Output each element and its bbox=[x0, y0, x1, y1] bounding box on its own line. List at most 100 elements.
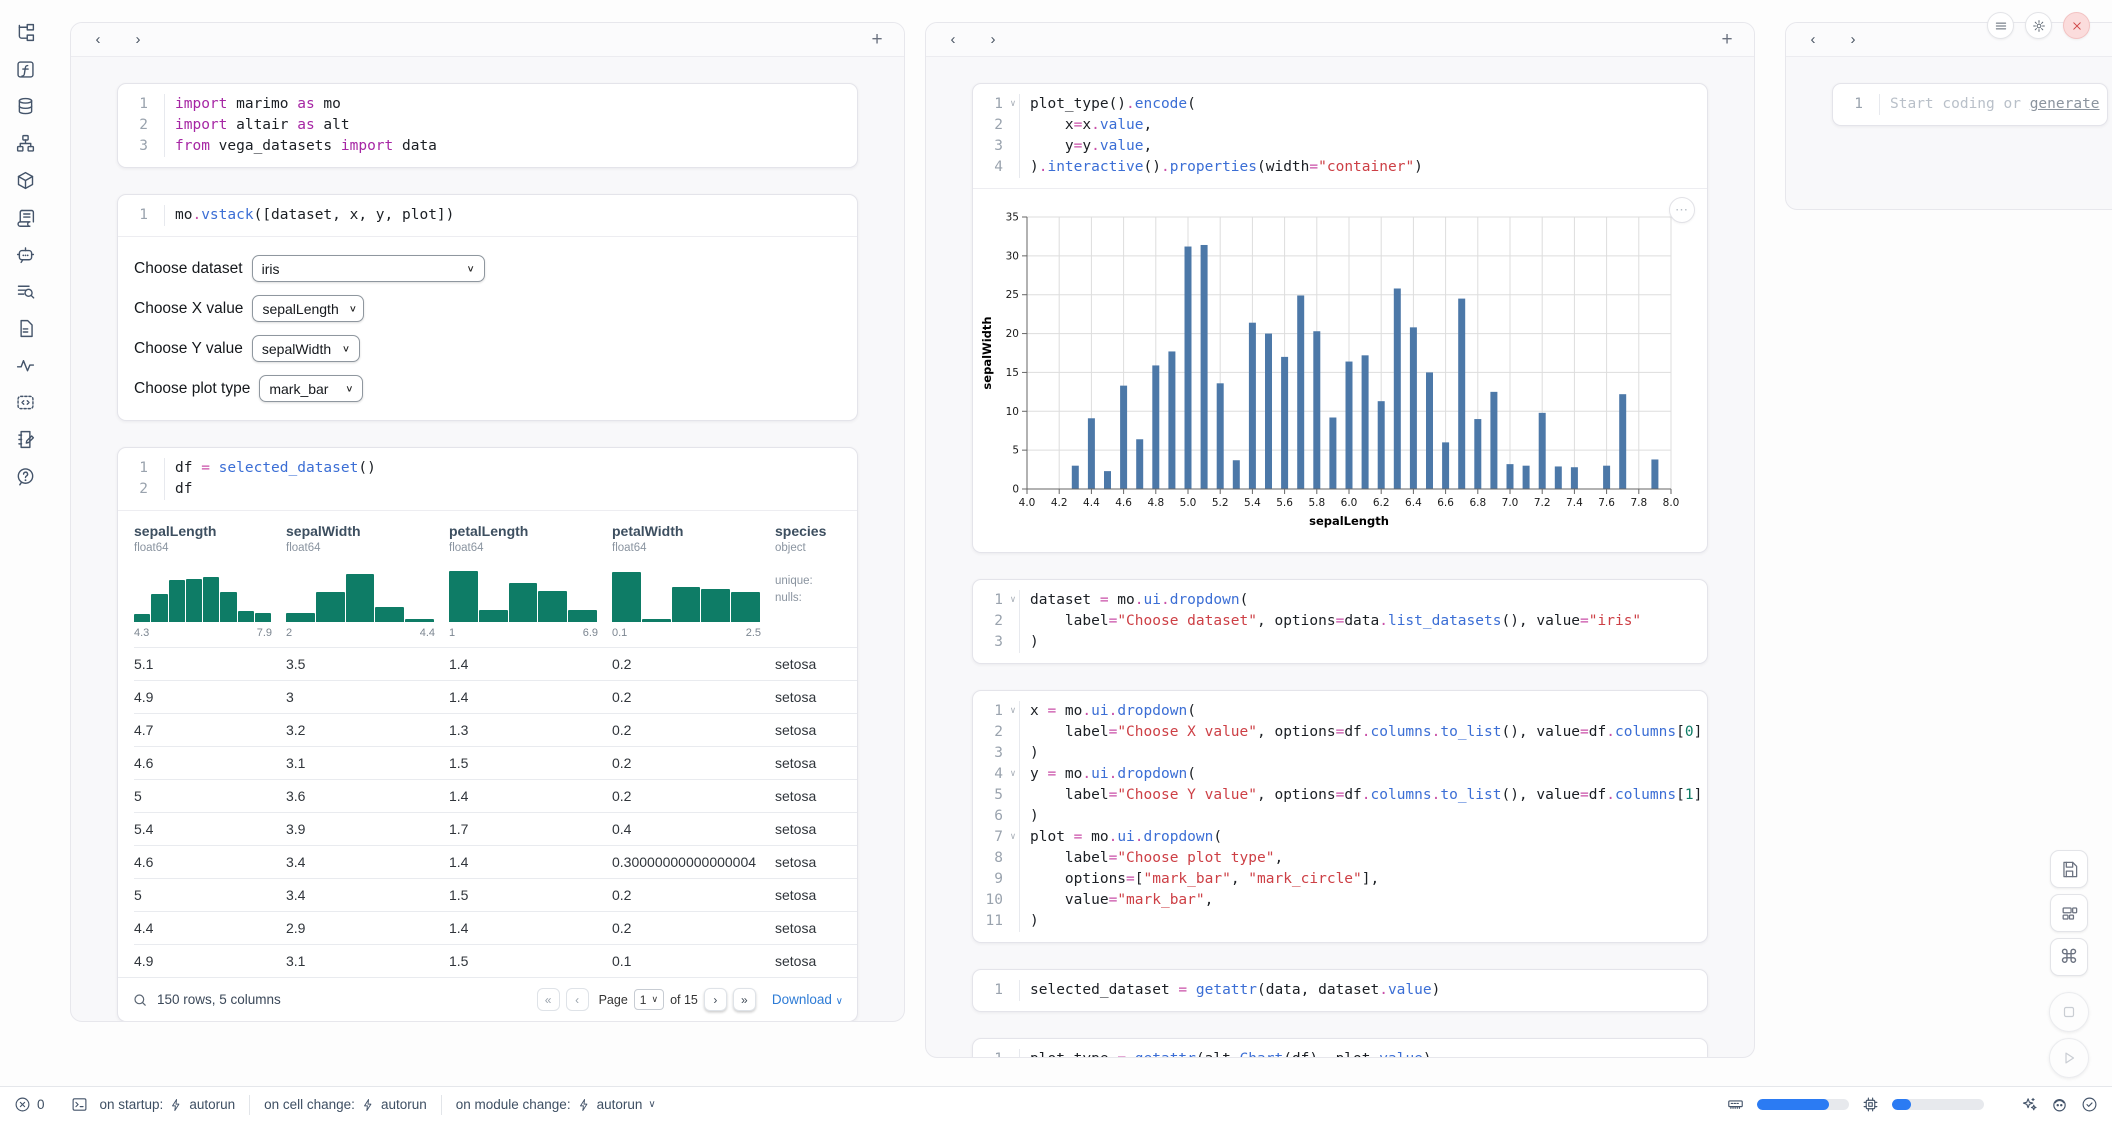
table-row[interactable]: 4.93.11.50.1setosa bbox=[134, 944, 857, 977]
column-header[interactable]: petalWidthfloat640.12.5 bbox=[612, 523, 775, 647]
next-page-button[interactable]: › bbox=[704, 988, 727, 1011]
svg-text:15: 15 bbox=[1006, 367, 1019, 379]
scroll-icon[interactable] bbox=[15, 207, 36, 228]
fold-gutter bbox=[152, 136, 164, 157]
code-editor[interactable]: 1import marimo as mo2import altair as al… bbox=[118, 84, 857, 167]
table-row[interactable]: 4.931.40.2setosa bbox=[134, 680, 857, 713]
table-row[interactable]: 5.43.91.70.4setosa bbox=[134, 812, 857, 845]
column-header[interactable]: speciesobjectunique:nulls: bbox=[775, 523, 845, 647]
fold-chevron-icon[interactable]: ∨ bbox=[1007, 701, 1019, 722]
ai-sparkles-icon[interactable] bbox=[2021, 1096, 2038, 1113]
connection-check-icon[interactable] bbox=[2081, 1096, 2098, 1113]
table-row[interactable]: 4.63.41.40.30000000000000004setosa bbox=[134, 845, 857, 878]
dropdown-select-choose-x-value[interactable]: sepalLength∨ bbox=[252, 295, 364, 322]
fold-chevron-icon[interactable]: ∨ bbox=[1007, 827, 1019, 848]
add-cell-icon[interactable]: + bbox=[864, 27, 890, 53]
scroll-left-icon[interactable]: ‹ bbox=[940, 27, 966, 53]
scroll-left-icon[interactable]: ‹ bbox=[85, 27, 111, 53]
terminal-icon[interactable] bbox=[71, 1096, 88, 1113]
menu-icon[interactable] bbox=[1987, 12, 2014, 39]
database-icon[interactable] bbox=[15, 96, 36, 117]
dropdown-select-choose-plot-type[interactable]: mark_bar∨ bbox=[259, 375, 363, 402]
line-number: 2 bbox=[973, 722, 1007, 743]
runtime-config-segment[interactable]: on module change:autorun∨ bbox=[456, 1097, 656, 1112]
cell-output: 4.04.24.44.64.85.05.25.45.65.86.06.26.46… bbox=[973, 188, 1707, 552]
close-icon[interactable] bbox=[2063, 12, 2090, 39]
list-search-icon[interactable] bbox=[15, 281, 36, 302]
table-cell: 2.9 bbox=[286, 920, 449, 936]
dropdown-select-choose-dataset[interactable]: iris∨ bbox=[252, 255, 485, 282]
hist-max: 7.9 bbox=[257, 627, 272, 639]
page-label: Page bbox=[599, 993, 628, 1007]
table-row[interactable]: 4.63.11.50.2setosa bbox=[134, 746, 857, 779]
prev-page-button[interactable]: ‹ bbox=[566, 988, 589, 1011]
hist-min: 2 bbox=[286, 627, 292, 639]
altair-bar-chart[interactable]: 4.04.24.44.64.85.05.25.45.65.86.06.26.46… bbox=[979, 201, 1685, 537]
table-row[interactable]: 4.73.21.30.2setosa bbox=[134, 713, 857, 746]
page-of-label: of 15 bbox=[670, 993, 698, 1007]
run-icon[interactable] bbox=[2049, 1038, 2089, 1078]
code-editor[interactable]: 1df = selected_dataset()2df bbox=[118, 448, 857, 510]
fold-chevron-icon[interactable]: ∨ bbox=[1007, 764, 1019, 785]
column-header[interactable]: sepalLengthfloat644.37.9 bbox=[134, 523, 286, 647]
first-page-button[interactable]: « bbox=[537, 988, 560, 1011]
layout-icon[interactable] bbox=[2050, 894, 2088, 932]
code-editor[interactable]: 1Start coding or generate with AI bbox=[1833, 84, 2107, 125]
function-square-icon[interactable] bbox=[15, 59, 36, 80]
settings-gear-icon[interactable] bbox=[2025, 12, 2052, 39]
last-page-button[interactable]: » bbox=[733, 988, 756, 1011]
document-icon[interactable] bbox=[15, 318, 36, 339]
search-icon[interactable] bbox=[132, 992, 148, 1008]
download-button[interactable]: Download ∨ bbox=[772, 992, 843, 1007]
activity-icon[interactable] bbox=[15, 355, 36, 376]
save-icon[interactable] bbox=[2050, 850, 2088, 888]
file-tree-icon[interactable] bbox=[15, 22, 36, 43]
table-row[interactable]: 53.61.40.2setosa bbox=[134, 779, 857, 812]
table-row[interactable]: 4.42.91.40.2setosa bbox=[134, 911, 857, 944]
table-row[interactable]: 53.41.50.2setosa bbox=[134, 878, 857, 911]
table-row[interactable]: 5.13.51.40.2setosa bbox=[134, 647, 857, 680]
scroll-left-icon[interactable]: ‹ bbox=[1800, 27, 1826, 53]
fold-chevron-icon[interactable]: ∨ bbox=[1007, 590, 1019, 611]
dropdown-label: Choose dataset bbox=[134, 260, 243, 278]
line-number: 1 bbox=[118, 94, 152, 115]
stop-icon[interactable] bbox=[2049, 992, 2089, 1032]
fold-chevron-icon[interactable]: ∨ bbox=[1007, 94, 1019, 115]
code-editor[interactable]: 1∨x = mo.ui.dropdown(2 label="Choose X v… bbox=[973, 691, 1707, 942]
runtime-config-segment[interactable]: on startup:autorun bbox=[100, 1097, 236, 1112]
code-editor[interactable]: 1plot_type = getattr(alt.Chart(df), plot… bbox=[973, 1039, 1707, 1058]
scroll-right-icon[interactable]: › bbox=[980, 27, 1006, 53]
svg-text:10: 10 bbox=[1006, 406, 1019, 418]
cpu-usage-bar bbox=[1892, 1099, 1984, 1110]
scroll-right-icon[interactable]: › bbox=[125, 27, 151, 53]
column-dtype: float64 bbox=[449, 542, 598, 554]
runtime-config-segment[interactable]: on cell change:autorun bbox=[264, 1097, 427, 1112]
fold-gutter bbox=[1007, 848, 1019, 869]
notebook-pen-icon[interactable] bbox=[15, 429, 36, 450]
column-header[interactable]: petalLengthfloat6416.9 bbox=[449, 523, 612, 647]
table-cell: 0.2 bbox=[612, 722, 775, 738]
code-editor[interactable]: 1∨plot_type().encode(2 x=x.value,3 y=y.v… bbox=[973, 84, 1707, 188]
page-select[interactable]: 1∨ bbox=[634, 989, 664, 1010]
assistant-icon[interactable] bbox=[2051, 1096, 2068, 1113]
code-editor[interactable]: 1∨dataset = mo.ui.dropdown(2 label="Choo… bbox=[973, 580, 1707, 663]
chart-options-icon[interactable]: ⋯ bbox=[1669, 197, 1695, 223]
dropdown-select-choose-y-value[interactable]: sepalWidth∨ bbox=[252, 335, 360, 362]
help-circle-icon[interactable] bbox=[15, 466, 36, 487]
line-number: 6 bbox=[973, 806, 1007, 827]
package-icon[interactable] bbox=[15, 170, 36, 191]
add-cell-icon[interactable]: + bbox=[1714, 27, 1740, 53]
svg-text:4.2: 4.2 bbox=[1051, 497, 1068, 509]
scroll-right-icon[interactable]: › bbox=[1840, 27, 1866, 53]
table-cell: setosa bbox=[775, 689, 845, 705]
code-editor[interactable]: 1selected_dataset = getattr(data, datase… bbox=[973, 970, 1707, 1011]
command-icon[interactable]: ⌘ bbox=[2050, 938, 2088, 976]
workflow-icon[interactable] bbox=[15, 133, 36, 154]
bot-chat-icon[interactable] bbox=[15, 244, 36, 265]
code-box-icon[interactable] bbox=[15, 392, 36, 413]
code-editor[interactable]: 1mo.vstack([dataset, x, y, plot]) bbox=[118, 195, 857, 236]
fold-gutter bbox=[1007, 157, 1019, 178]
editor-placeholder: Start coding or generate with AI bbox=[1879, 94, 2108, 115]
column-header[interactable]: sepalWidthfloat6424.4 bbox=[286, 523, 449, 647]
errors-icon[interactable] bbox=[14, 1096, 31, 1113]
